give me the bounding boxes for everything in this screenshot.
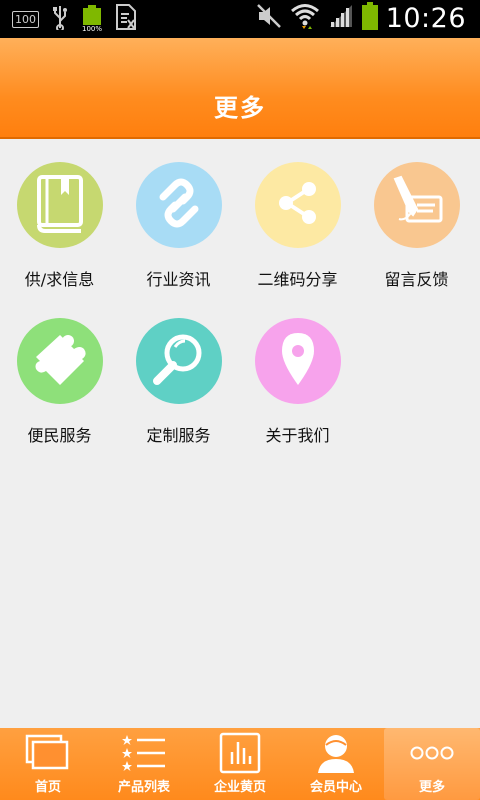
tile-icon-circle <box>136 318 222 404</box>
more-dots-icon <box>384 731 480 775</box>
tile-icon-circle <box>255 318 341 404</box>
tile-icon-circle <box>255 162 341 248</box>
mute-icon <box>256 3 282 33</box>
nav-label: 更多 <box>418 780 445 795</box>
notification-badge: 100 <box>12 10 39 28</box>
page-title: 更多 <box>214 94 266 122</box>
tile-qr-share[interactable]: 二维码分享 <box>238 138 357 289</box>
tile-icon-circle <box>17 162 103 248</box>
share-icon <box>273 178 323 232</box>
tile-about-us[interactable]: 关于我们 <box>238 294 357 445</box>
tile-icon-circle <box>17 318 103 404</box>
clock: 10:26 <box>385 2 466 34</box>
tile-label: 关于我们 <box>265 426 330 445</box>
app-header: 更多 <box>0 38 480 139</box>
location-pin-icon <box>278 331 318 391</box>
book-icon <box>31 173 89 237</box>
battery-full-icon: 100% <box>81 5 103 33</box>
nav-more[interactable]: 更多 <box>384 728 480 800</box>
pen-icon <box>387 175 447 235</box>
user-icon <box>288 731 384 775</box>
battery-icon <box>361 2 378 34</box>
tile-label: 便民服务 <box>27 426 92 445</box>
tile-label: 定制服务 <box>146 426 211 445</box>
star-list-icon <box>96 731 192 775</box>
nav-label: 首页 <box>34 780 61 795</box>
status-bar: 100 100% 10:26 <box>0 0 480 38</box>
bottom-nav: 首页 产品列表 企业黄页 会员中心 更多 <box>0 728 480 800</box>
tile-label: 留言反馈 <box>384 270 449 289</box>
usb-icon <box>51 4 69 34</box>
nav-yellow-pages[interactable]: 企业黄页 <box>192 728 288 800</box>
tile-icon-circle <box>374 162 460 248</box>
tile-industry-news[interactable]: 行业资讯 <box>119 138 238 289</box>
sim-card-icon <box>115 4 137 34</box>
home-windows-icon <box>0 731 96 775</box>
search-icon <box>149 329 209 393</box>
tile-public-service[interactable]: 便民服务 <box>0 294 119 445</box>
tile-icon-circle <box>136 162 222 248</box>
tile-supply-demand[interactable]: 供/求信息 <box>0 138 119 289</box>
tile-label: 供/求信息 <box>24 270 95 289</box>
link-icon <box>149 173 209 237</box>
nav-label: 产品列表 <box>117 780 170 795</box>
nav-home[interactable]: 首页 <box>0 728 96 800</box>
tile-label: 二维码分享 <box>257 270 338 289</box>
nav-member-center[interactable]: 会员中心 <box>288 728 384 800</box>
nav-label: 会员中心 <box>309 780 362 795</box>
bar-book-icon <box>192 731 288 775</box>
tile-feedback[interactable]: 留言反馈 <box>357 138 476 289</box>
nav-product-list[interactable]: 产品列表 <box>96 728 192 800</box>
nav-label: 企业黄页 <box>213 780 266 795</box>
tile-custom-service[interactable]: 定制服务 <box>119 294 238 445</box>
puzzle-icon <box>30 329 90 393</box>
tile-label: 行业资讯 <box>146 270 211 289</box>
wifi-icon <box>290 2 320 34</box>
signal-icon <box>328 3 354 33</box>
